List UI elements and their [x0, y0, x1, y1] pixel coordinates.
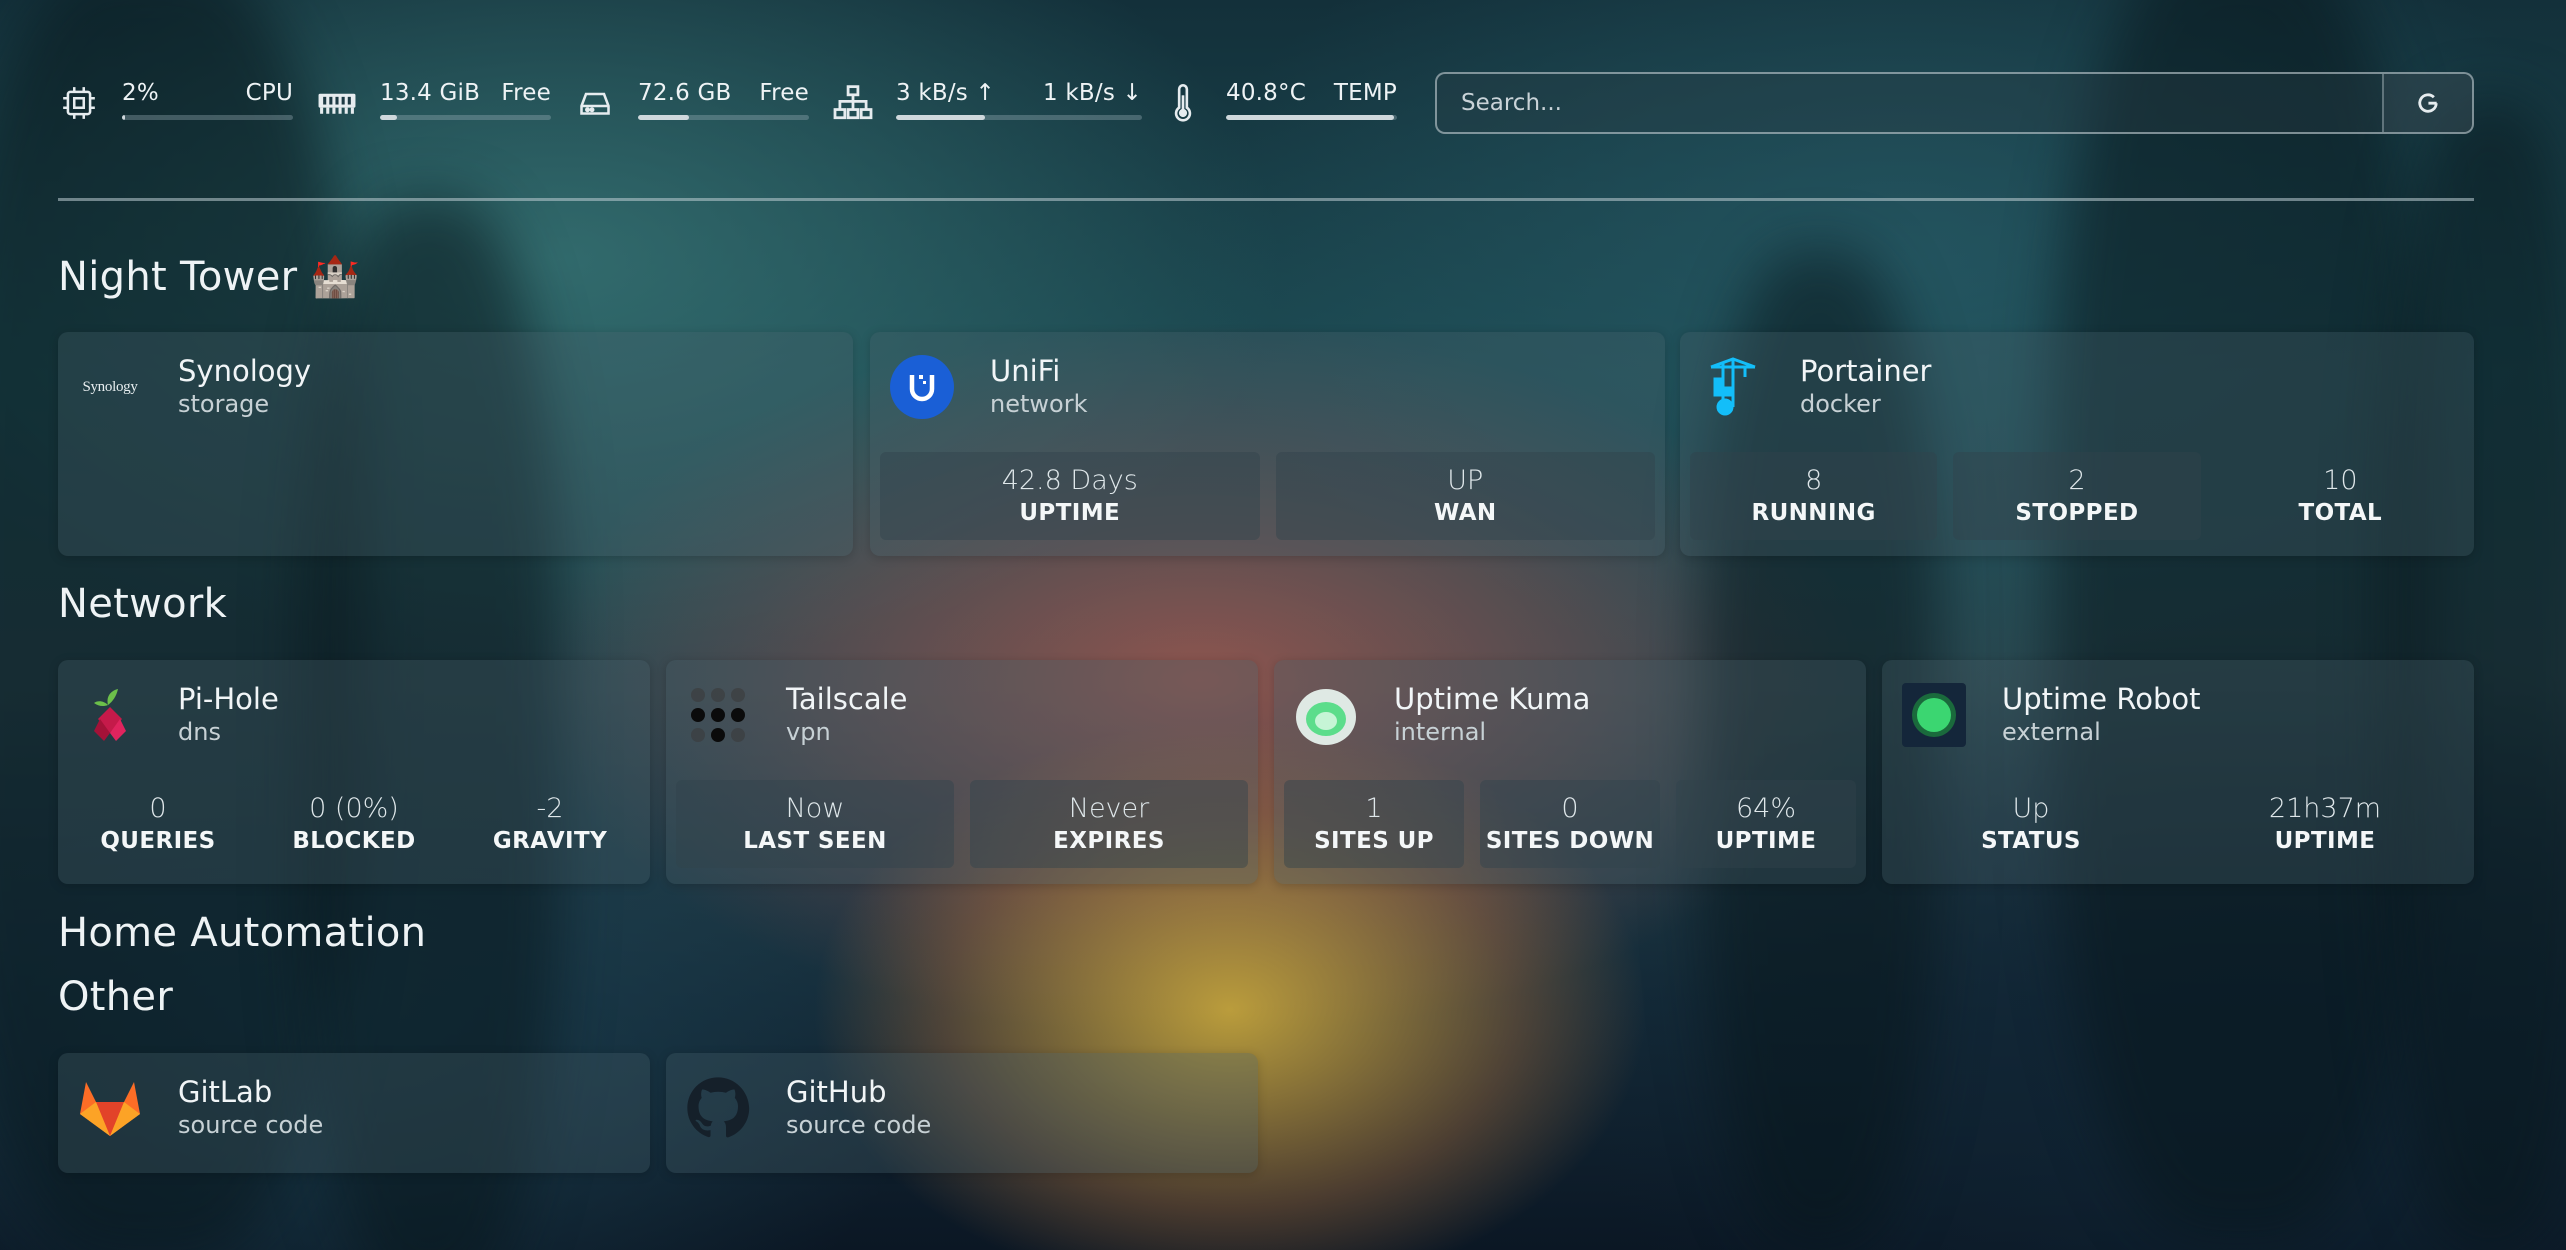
network-download: 1 kB/s ↓	[1043, 80, 1142, 106]
search-provider-button[interactable]	[2382, 74, 2472, 132]
synology-logo-icon: Synology	[82, 378, 138, 395]
portainer-logo-icon	[1700, 355, 1764, 419]
service-name: Synology	[178, 354, 312, 388]
kuma-sites-down-widget: 0 SITES DOWN	[1480, 780, 1660, 868]
search-input[interactable]	[1437, 74, 2382, 132]
disk-value: 72.6 GB	[638, 80, 732, 106]
temperature-widget: 40.8°C TEMP	[1162, 70, 1397, 136]
network-icon	[832, 82, 874, 124]
service-description: vpn	[786, 718, 831, 746]
network-usage-bar	[896, 115, 1142, 120]
service-card-uptime-kuma[interactable]: Uptime Kuma internal 1 SITES UP 0 SITES DO…	[1274, 660, 1866, 884]
temperature-label: TEMP	[1333, 80, 1397, 106]
service-description: source code	[786, 1111, 932, 1139]
cpu-usage-bar	[122, 115, 293, 120]
service-card-unifi[interactable]: UniFi network 42.8 Days UPTIME UP WAN	[870, 332, 1665, 556]
unifi-uptime-widget: 42.8 Days UPTIME	[880, 452, 1260, 540]
portainer-running-widget: 8 RUNNING	[1690, 452, 1938, 540]
robot-uptime-widget: 21h37m UPTIME	[2268, 793, 2382, 854]
service-card-pihole[interactable]: Pi-Hole dns 0 QUERIES 0 (0%) BLOCKED -2 GRA…	[58, 660, 650, 884]
robot-status-widget: Up STATUS	[1981, 793, 2081, 854]
header-divider	[58, 198, 2474, 201]
disk-usage-bar	[638, 115, 809, 120]
memory-icon	[316, 82, 358, 124]
service-name: Pi-Hole	[178, 682, 279, 716]
temperature-bar	[1226, 115, 1397, 120]
service-name: GitHub	[786, 1075, 887, 1109]
pihole-blocked-widget: 0 (0%) BLOCKED	[292, 793, 416, 854]
tailscale-last-seen-widget: Now LAST SEEN	[676, 780, 954, 868]
group-title-other: Other	[58, 974, 174, 1020]
gitlab-logo-icon	[78, 1076, 142, 1140]
service-name: Uptime Robot	[2002, 682, 2201, 716]
portainer-stopped-widget: 2 STOPPED	[1953, 452, 2201, 540]
pihole-logo-icon	[78, 683, 142, 747]
service-description: source code	[178, 1111, 324, 1139]
network-upload: 3 kB/s ↑	[896, 80, 995, 106]
github-logo-icon	[686, 1076, 750, 1140]
service-card-synology[interactable]: Synology Synology storage	[58, 332, 853, 556]
service-description: network	[990, 390, 1088, 418]
service-card-tailscale[interactable]: Tailscale vpn Now LAST SEEN Never EXPIRES	[666, 660, 1258, 884]
service-card-gitlab[interactable]: GitLab source code	[58, 1053, 650, 1173]
group-title-night-tower: Night Tower 🏰	[58, 254, 361, 300]
kuma-uptime-widget: 64% UPTIME	[1676, 780, 1856, 868]
service-description: docker	[1800, 390, 1881, 418]
service-name: Uptime Kuma	[1394, 682, 1591, 716]
group-title-home-automation: Home Automation	[58, 910, 427, 956]
service-name: Tailscale	[786, 682, 908, 716]
service-description: external	[2002, 718, 2101, 746]
search-box	[1435, 72, 2474, 134]
service-name: UniFi	[990, 354, 1061, 388]
service-card-uptime-robot[interactable]: Uptime Robot external Up STATUS 21h37m UPT…	[1882, 660, 2474, 884]
memory-widget: 13.4 GiB Free	[316, 70, 551, 136]
kuma-sites-up-widget: 1 SITES UP	[1284, 780, 1464, 868]
network-widget: 3 kB/s ↑ 1 kB/s ↓	[832, 70, 1142, 136]
disk-label: Free	[759, 80, 809, 106]
pihole-queries-widget: 0 QUERIES	[100, 793, 216, 854]
unifi-logo-icon	[890, 355, 954, 419]
resource-bar: 2% CPU 13.4 GiB Free 72.6 GB Free 3 kB/s…	[58, 70, 2474, 136]
cpu-widget: 2% CPU	[58, 70, 293, 136]
unifi-wan-widget: UP WAN	[1275, 452, 1655, 540]
tailscale-logo-icon	[686, 683, 750, 747]
service-card-github[interactable]: GitHub source code	[666, 1053, 1258, 1173]
portainer-total-widget: 10 TOTAL	[2298, 465, 2383, 526]
memory-value: 13.4 GiB	[380, 80, 481, 106]
dashboard: 2% CPU 13.4 GiB Free 72.6 GB Free 3 kB/s…	[58, 70, 2474, 1173]
disk-widget: 72.6 GB Free	[574, 70, 809, 136]
tailscale-expires-widget: Never EXPIRES	[970, 780, 1248, 868]
cpu-value: 2%	[122, 80, 159, 106]
memory-usage-bar	[380, 115, 551, 120]
pihole-gravity-widget: -2 GRAVITY	[492, 793, 608, 854]
uptime-kuma-logo-icon	[1294, 683, 1358, 747]
thermometer-icon	[1162, 82, 1204, 124]
hard-drive-icon	[574, 82, 616, 124]
service-card-portainer[interactable]: Portainer docker 8 RUNNING 2 STOPPED 10 TOT…	[1680, 332, 2474, 556]
service-description: storage	[178, 390, 270, 418]
cpu-icon	[58, 82, 100, 124]
google-icon	[2418, 93, 2438, 113]
uptime-robot-logo-icon	[1902, 683, 1966, 747]
service-name: Portainer	[1800, 354, 1932, 388]
memory-label: Free	[501, 80, 551, 106]
service-name: GitLab	[178, 1075, 273, 1109]
service-description: dns	[178, 718, 221, 746]
group-title-network: Network	[58, 581, 228, 627]
temperature-value: 40.8°C	[1226, 80, 1306, 106]
service-description: internal	[1394, 718, 1487, 746]
cpu-label: CPU	[245, 80, 293, 106]
